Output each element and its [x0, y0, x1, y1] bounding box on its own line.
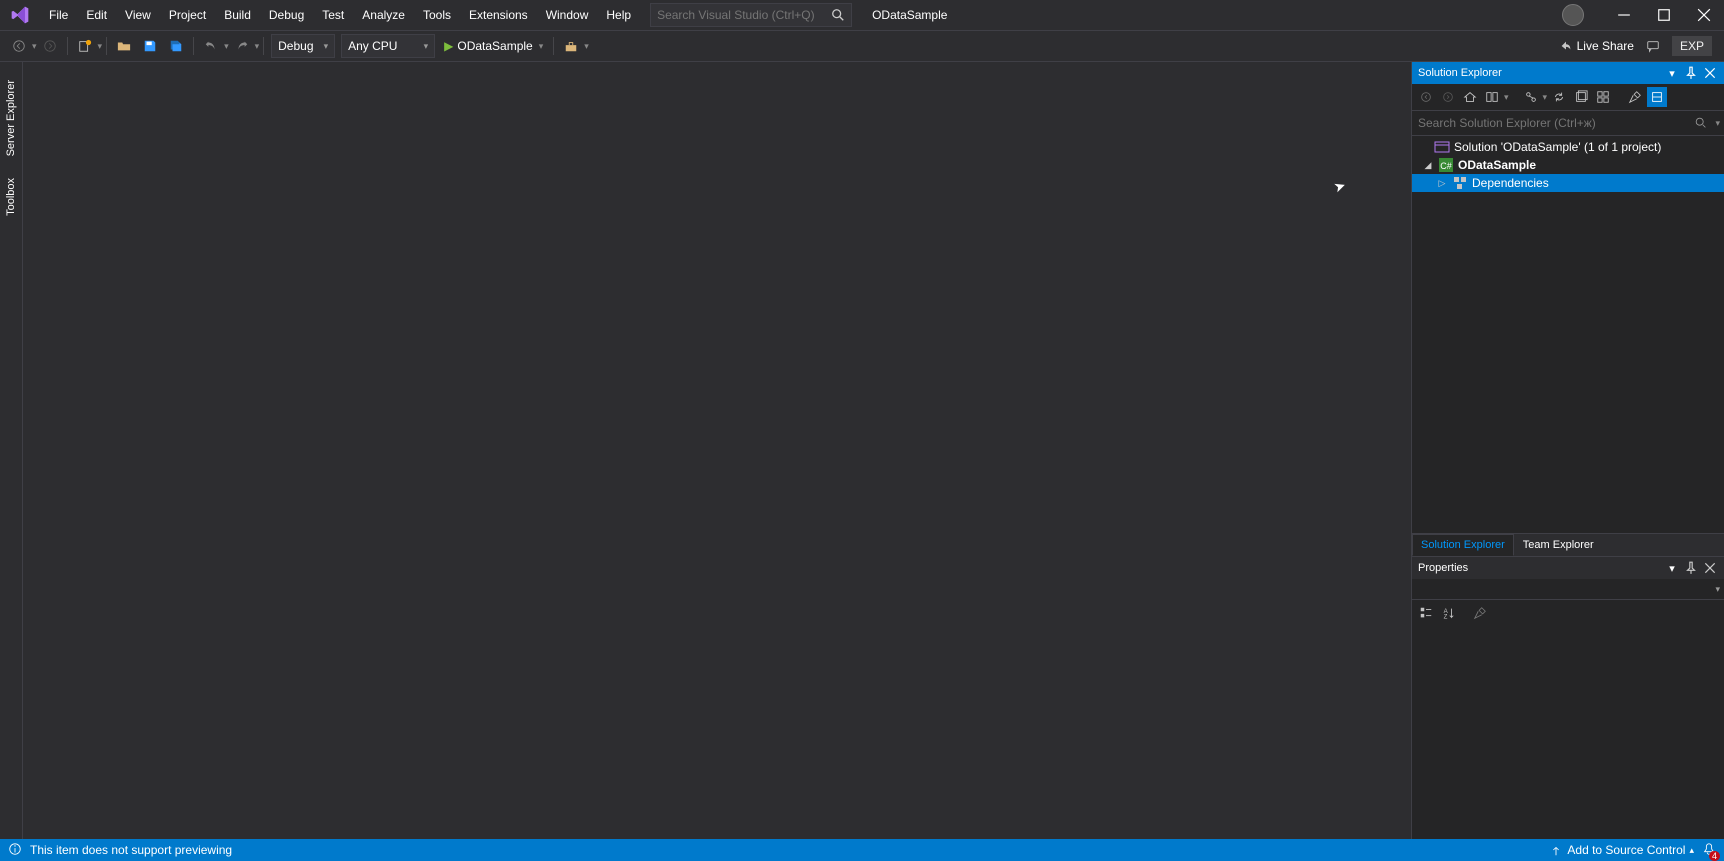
new-item-button[interactable]	[74, 35, 96, 57]
se-back-icon[interactable]	[1416, 87, 1436, 107]
panel-close-button[interactable]	[1702, 65, 1718, 81]
properties-title[interactable]: Properties ▾	[1412, 556, 1724, 579]
prop-alpha-icon[interactable]: AZ	[1438, 603, 1458, 623]
se-switch-views-icon[interactable]	[1482, 87, 1502, 107]
prop-wrench-icon[interactable]	[1470, 603, 1490, 623]
undo-button[interactable]	[200, 35, 222, 57]
editor-area	[23, 62, 1411, 839]
menu-bar: FileEditViewProjectBuildDebugTestAnalyze…	[0, 0, 1724, 31]
menu-help[interactable]: Help	[597, 0, 640, 30]
left-dock-tabs: Server Explorer Toolbox	[0, 62, 23, 839]
menu-extensions[interactable]: Extensions	[460, 0, 537, 30]
prop-dropdown-button[interactable]: ▾	[1664, 560, 1680, 576]
status-message: This item does not support previewing	[30, 843, 232, 857]
platform-dropdown[interactable]: Any CPU▾	[341, 34, 435, 58]
nav-back-button[interactable]	[8, 35, 30, 57]
se-sync-icon[interactable]	[1549, 87, 1569, 107]
se-search-icon[interactable]	[1691, 113, 1711, 133]
open-file-button[interactable]	[113, 35, 135, 57]
solution-explorer-title[interactable]: Solution Explorer ▾	[1412, 62, 1724, 84]
dependencies-node-label: Dependencies	[1472, 176, 1549, 190]
status-info-icon	[8, 842, 22, 859]
menu-test[interactable]: Test	[313, 0, 353, 30]
exp-button[interactable]: EXP	[1672, 36, 1712, 56]
maximize-button[interactable]	[1644, 0, 1684, 30]
svg-text:Z: Z	[1444, 613, 1448, 620]
prop-pin-button[interactable]	[1683, 560, 1699, 576]
csharp-project-icon: C#	[1438, 157, 1454, 173]
nav-fwd-button[interactable]	[39, 35, 61, 57]
start-debug-button[interactable]: ▶ODataSample▾	[440, 35, 547, 57]
right-panel-tabs: Solution Explorer Team Explorer	[1412, 533, 1724, 556]
panel-pin-button[interactable]	[1683, 65, 1699, 81]
solution-explorer-toolbar: ▾ ▾	[1412, 84, 1724, 111]
save-all-button[interactable]	[165, 35, 187, 57]
se-show-all-icon[interactable]	[1647, 87, 1667, 107]
menu-file[interactable]: File	[40, 0, 77, 30]
project-node[interactable]: ◢ C# ODataSample	[1412, 156, 1724, 174]
menu-project[interactable]: Project	[160, 0, 215, 30]
misc-tool-button[interactable]	[560, 35, 582, 57]
side-tab-toolbox[interactable]: Toolbox	[3, 170, 19, 224]
live-share-button[interactable]: Live Share	[1555, 35, 1638, 57]
menu-edit[interactable]: Edit	[77, 0, 116, 30]
expand-icon[interactable]: ▷	[1436, 178, 1448, 189]
solution-explorer-search-input[interactable]	[1412, 112, 1691, 134]
collapse-icon[interactable]: ◢	[1422, 160, 1434, 171]
menu-window[interactable]: Window	[537, 0, 598, 30]
redo-button[interactable]	[231, 35, 253, 57]
se-properties-icon[interactable]	[1625, 87, 1645, 107]
dependencies-node[interactable]: ▷ Dependencies	[1412, 174, 1724, 192]
se-collapse-all-icon[interactable]	[1593, 87, 1613, 107]
config-dropdown[interactable]: Debug▾	[271, 34, 335, 58]
notification-count: 4	[1709, 851, 1720, 861]
app-title: ODataSample	[872, 8, 947, 22]
search-icon[interactable]	[827, 4, 849, 26]
project-node-label: ODataSample	[1458, 158, 1536, 172]
panel-dropdown-button[interactable]: ▾	[1664, 65, 1680, 81]
main-toolbar: ▾ ▾ ▾ ▾ Debug▾ Any CPU▾ ▶ODataSample▾ ▾ …	[0, 31, 1724, 62]
prop-object-selector[interactable]: ▾	[1412, 579, 1724, 600]
solution-explorer-search[interactable]: ▾	[1412, 111, 1724, 136]
svg-text:C#: C#	[1440, 161, 1452, 171]
dependencies-icon	[1452, 175, 1468, 191]
se-fwd-icon[interactable]	[1438, 87, 1458, 107]
menu-debug[interactable]: Debug	[260, 0, 313, 30]
se-pending-changes-icon[interactable]	[1521, 87, 1541, 107]
prop-categorized-icon[interactable]	[1416, 603, 1436, 623]
properties-body: ▾ AZ	[1412, 579, 1724, 839]
se-home-icon[interactable]	[1460, 87, 1480, 107]
properties-toolbar: AZ	[1412, 600, 1724, 626]
global-search-input[interactable]	[651, 8, 825, 22]
menu-view[interactable]: View	[116, 0, 160, 30]
user-avatar-icon[interactable]	[1562, 4, 1584, 26]
side-tab-server-explorer[interactable]: Server Explorer	[3, 72, 19, 164]
menu-analyze[interactable]: Analyze	[353, 0, 414, 30]
se-refresh-icon[interactable]	[1571, 87, 1591, 107]
properties-title-text: Properties	[1418, 562, 1468, 574]
close-button[interactable]	[1684, 0, 1724, 30]
menu-tools[interactable]: Tools	[414, 0, 460, 30]
status-bar: This item does not support previewing Ad…	[0, 839, 1724, 861]
notifications-button[interactable]: 4	[1702, 842, 1716, 859]
minimize-button[interactable]	[1604, 0, 1644, 30]
prop-close-button[interactable]	[1702, 560, 1718, 576]
solution-node[interactable]: Solution 'ODataSample' (1 of 1 project)	[1412, 138, 1724, 156]
solution-explorer-title-text: Solution Explorer	[1418, 67, 1502, 79]
source-control-button[interactable]: Add to Source Control ▴	[1549, 843, 1694, 857]
tab-solution-explorer[interactable]: Solution Explorer	[1412, 534, 1514, 556]
solution-icon	[1434, 139, 1450, 155]
feedback-button[interactable]	[1642, 35, 1664, 57]
save-button[interactable]	[139, 35, 161, 57]
menu-build[interactable]: Build	[215, 0, 260, 30]
solution-node-label: Solution 'ODataSample' (1 of 1 project)	[1454, 140, 1661, 154]
tab-team-explorer[interactable]: Team Explorer	[1514, 534, 1603, 556]
vs-logo-icon	[10, 5, 30, 25]
solution-tree[interactable]: Solution 'ODataSample' (1 of 1 project) …	[1412, 136, 1724, 533]
global-search[interactable]	[650, 3, 852, 27]
